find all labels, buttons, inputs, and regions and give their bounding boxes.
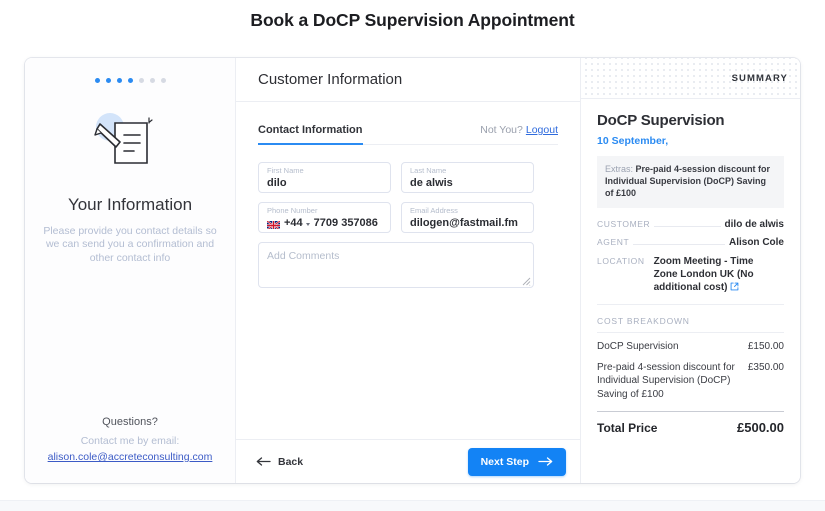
location-value: Zoom Meeting - Time Zone London UK (No a… — [653, 255, 754, 294]
left-panel-footer: Questions? Contact me by email: alison.c… — [25, 416, 235, 465]
uk-flag-icon — [267, 219, 280, 229]
step-dot-2 — [105, 78, 111, 83]
summary-header: SUMMARY — [581, 58, 800, 99]
agent-key: AGENT — [597, 236, 630, 247]
location-row: LOCATION Zoom Meeting - Time Zone London… — [597, 255, 784, 296]
phone-number-field[interactable]: Phone Number +44 7709 357086 — [258, 202, 391, 233]
logout-link[interactable]: Logout — [526, 124, 558, 136]
total-label: Total Price — [597, 420, 658, 435]
step-dot-3 — [116, 78, 122, 83]
step-dot-7 — [160, 78, 166, 83]
arrow-left-icon — [256, 457, 271, 466]
customer-row: CUSTOMER dilo de alwis — [597, 219, 784, 230]
not-you-label: Not You? — [480, 124, 523, 136]
phone-dial-code[interactable]: +44 — [284, 216, 303, 230]
external-link-icon[interactable] — [730, 282, 739, 295]
appointment-date: 10 September, — [597, 135, 669, 147]
not-you-block: Not You? Logout — [480, 124, 558, 137]
booking-card: Your Information Please provide you cont… — [25, 58, 800, 483]
comments-textarea[interactable]: Add Comments — [258, 242, 534, 288]
cost-amount: £350.00 — [747, 361, 784, 373]
back-button-label: Back — [278, 455, 304, 468]
phone-number-value: 7709 357086 — [313, 217, 378, 229]
total-row: Total Price £500.00 — [597, 420, 784, 435]
questions-title: Questions? — [102, 416, 158, 428]
next-step-button[interactable]: Next Step — [467, 447, 566, 476]
last-name-label: Last Name — [410, 166, 447, 175]
agent-value: Alison Cole — [728, 236, 784, 248]
form-header-title: Customer Information — [258, 71, 403, 88]
comments-placeholder: Add Comments — [267, 250, 340, 262]
step-dot-1 — [94, 78, 100, 83]
location-key: LOCATION — [597, 255, 645, 266]
cost-amount: £150.00 — [747, 341, 784, 353]
first-name-field[interactable]: First Name dilo — [258, 162, 391, 193]
chevron-down-icon[interactable] — [305, 222, 310, 226]
document-pen-icon — [90, 109, 170, 171]
extras-box: Extras: Pre-paid 4-session discount for … — [597, 156, 784, 208]
cost-label: DoCP Supervision — [597, 341, 679, 353]
left-info-panel: Your Information Please provide you cont… — [25, 58, 236, 483]
email-address-label: Email Address — [410, 206, 458, 215]
last-name-field[interactable]: Last Name de alwis — [401, 162, 534, 193]
last-name-value: de alwis — [410, 177, 453, 189]
tab-contact-information[interactable]: Contact Information — [258, 124, 363, 145]
step-dot-4 — [127, 78, 133, 83]
phone-number-label: Phone Number — [267, 206, 318, 215]
page-footer-strip — [0, 500, 825, 511]
contact-fields: First Name dilo Last Name de alwis Phone… — [258, 162, 558, 233]
leader-line — [633, 243, 725, 245]
summary-panel: SUMMARY DoCP Supervision 10 September, E… — [581, 58, 800, 483]
booking-page: Book a DoCP Supervision Appointment Your… — [0, 0, 825, 511]
form-tabs-row: Contact Information Not You? Logout — [258, 124, 558, 145]
customer-value: dilo de alwis — [724, 218, 784, 230]
form-footer: Back Next Step — [236, 439, 580, 483]
cost-breakdown-title: COST BREAKDOWN — [597, 316, 784, 334]
extras-label: Extras: — [605, 164, 634, 174]
page-title: Book a DoCP Supervision Appointment — [250, 10, 575, 30]
cost-row: DoCP Supervision £150.00 — [597, 340, 784, 354]
location-value-block: Zoom Meeting - Time Zone London UK (No a… — [654, 255, 762, 296]
left-panel-title: Your Information — [67, 195, 193, 214]
agent-row: AGENT Alison Cole — [597, 237, 784, 248]
form-body: Contact Information Not You? Logout First… — [236, 102, 580, 439]
phone-number-value-row: +44 7709 357086 — [267, 216, 382, 230]
contact-email-link[interactable]: alison.cole@accreteconsulting.com — [48, 451, 213, 463]
cost-row: Pre-paid 4-session discount for Individu… — [597, 361, 784, 402]
back-button[interactable]: Back — [256, 456, 303, 468]
center-form-panel: Customer Information Contact Information… — [236, 58, 581, 483]
form-header: Customer Information — [236, 58, 580, 102]
step-dot-6 — [149, 78, 155, 83]
next-step-label: Next Step — [480, 455, 529, 468]
total-amount: £500.00 — [737, 419, 784, 435]
left-panel-description: Please provide you contact details so we… — [43, 225, 217, 264]
summary-heading: SUMMARY — [731, 72, 788, 84]
resize-handle-icon[interactable] — [522, 277, 531, 286]
email-address-field[interactable]: Email Address dilogen@fastmail.fm — [401, 202, 534, 233]
cost-label: Pre-paid 4-session discount for Individu… — [597, 361, 735, 401]
customer-key: CUSTOMER — [597, 218, 651, 229]
email-address-value: dilogen@fastmail.fm — [410, 217, 518, 229]
total-divider — [597, 410, 784, 412]
summary-body: DoCP Supervision 10 September, Extras: P… — [581, 99, 800, 435]
first-name-value: dilo — [267, 177, 287, 189]
summary-details: CUSTOMER dilo de alwis AGENT Alison Cole… — [597, 219, 784, 296]
arrow-right-icon — [538, 457, 553, 466]
section-divider — [597, 304, 784, 306]
service-title: DoCP Supervision — [597, 112, 725, 129]
leader-line — [654, 225, 721, 227]
step-dot-5 — [138, 78, 144, 83]
contact-prompt: Contact me by email: — [80, 435, 180, 447]
progress-step-dots — [94, 78, 166, 83]
first-name-label: First Name — [267, 166, 304, 175]
